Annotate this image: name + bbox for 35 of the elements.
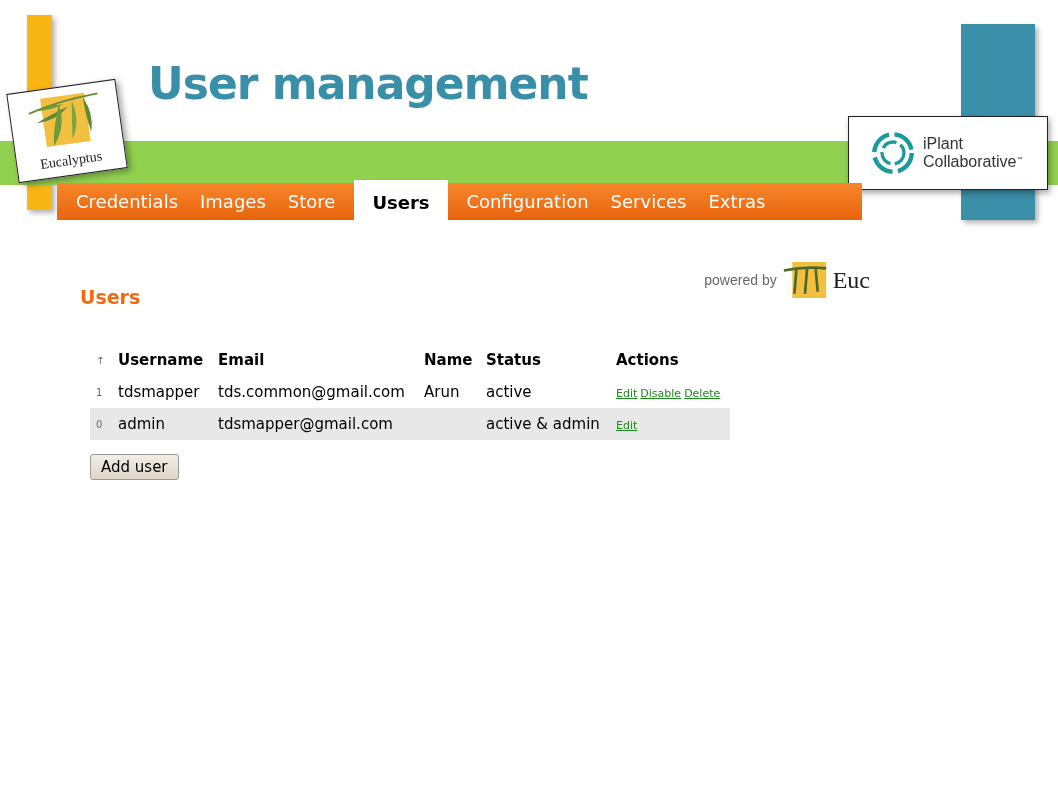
table-cell-text: active & admin — [486, 415, 601, 433]
column-header: Email — [218, 351, 266, 369]
table-cell-text: tdsmapper — [118, 383, 201, 401]
powered-by-text: powered by — [704, 272, 777, 288]
logo-text: Collaborative$^{™}$ — [923, 153, 1023, 171]
row-number: 1 — [96, 386, 103, 398]
table-cell-text: active — [486, 383, 533, 401]
column-header: Username — [118, 351, 205, 369]
nav-tab[interactable]: Store — [276, 183, 347, 220]
nav-tab[interactable]: Images — [189, 183, 277, 220]
row-number: 0 — [96, 418, 103, 430]
table-cell-text: admin — [118, 415, 166, 433]
column-header: Name — [424, 351, 474, 369]
logo-text: Euc — [832, 266, 870, 294]
nav-tab[interactable]: Extras — [697, 183, 777, 220]
ring-icon — [871, 131, 915, 175]
column-header: Status — [486, 351, 542, 369]
action-link[interactable]: Edit — [616, 419, 638, 432]
slide-title: User management — [148, 58, 588, 109]
action-link[interactable]: Edit — [616, 387, 638, 400]
column-header: ↑ — [96, 354, 105, 366]
table-cell-text: tds.common@gmail.com — [218, 383, 406, 401]
nav-tab[interactable]: Credentials — [65, 183, 190, 220]
logo-text: iPlant — [923, 135, 965, 153]
action-link[interactable]: Delete — [684, 387, 721, 400]
logo-text: Eucalyptus — [39, 148, 104, 173]
add-user-button[interactable]: Add user — [90, 454, 179, 480]
section-heading: Users — [80, 286, 141, 308]
action-link[interactable]: Disable — [640, 387, 682, 400]
table-cell-text: Arun — [424, 383, 461, 401]
table-cell-text: tdsmapper@gmail.com — [218, 415, 394, 433]
column-header: Actions — [616, 351, 680, 369]
leaves-icon — [782, 262, 827, 298]
nav-tab[interactable]: Services — [599, 183, 698, 220]
nav-tab[interactable]: Configuration — [455, 183, 600, 220]
